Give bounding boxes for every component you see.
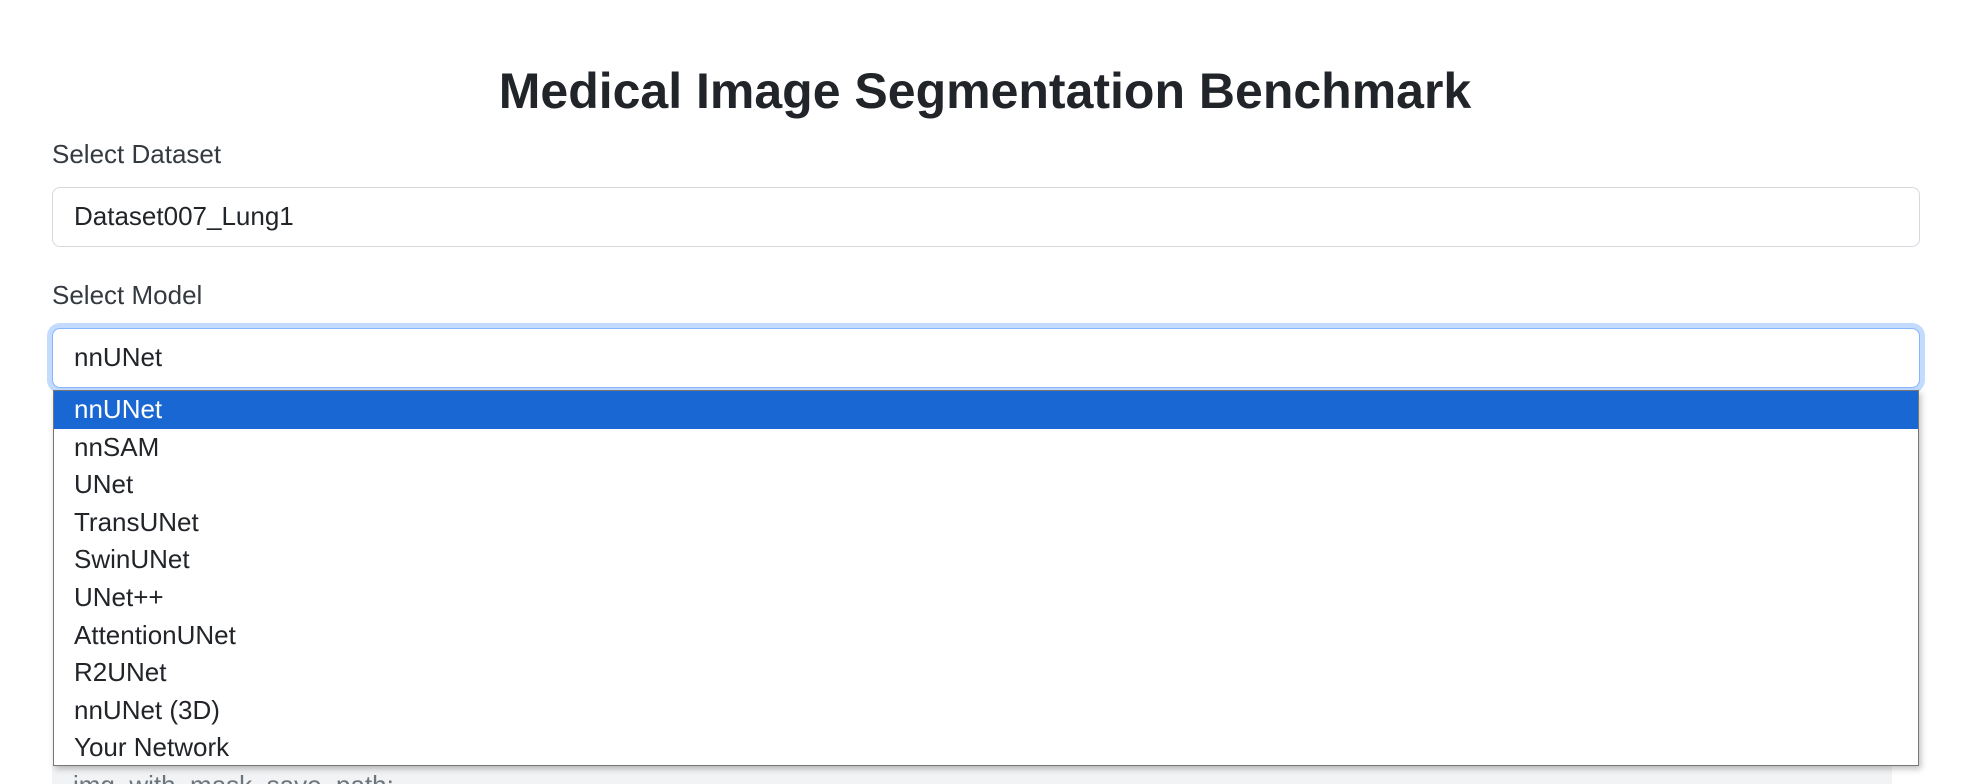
mask-save-path-placeholder: img_with_mask_save_path: [73, 770, 394, 784]
benchmark-page: Medical Image Segmentation Benchmark Sel… [0, 0, 1970, 784]
model-dropdown-list[interactable]: nnUNet nnSAM UNet TransUNet SwinUNet UNe… [53, 390, 1919, 766]
model-option-nnunet-3d[interactable]: nnUNet (3D) [54, 692, 1918, 730]
model-option-transunet[interactable]: TransUNet [54, 504, 1918, 542]
model-option-nnsam[interactable]: nnSAM [54, 429, 1918, 467]
model-option-unet[interactable]: UNet [54, 466, 1918, 504]
model-option-your-network[interactable]: Your Network [54, 729, 1918, 767]
page-title: Medical Image Segmentation Benchmark [498, 63, 1472, 119]
dataset-select[interactable]: Dataset007_Lung1 [52, 187, 1920, 247]
dataset-label: Select Dataset [52, 139, 222, 169]
model-option-r2unet[interactable]: R2UNet [54, 654, 1918, 692]
model-option-unetplusplus[interactable]: UNet++ [54, 579, 1918, 617]
dataset-select-value: Dataset007_Lung1 [74, 201, 294, 231]
model-option-attentionunet[interactable]: AttentionUNet [54, 617, 1918, 655]
model-option-swinunet[interactable]: SwinUNet [54, 541, 1918, 579]
model-select[interactable]: nnUNet [52, 328, 1920, 388]
model-label: Select Model [52, 280, 203, 310]
model-select-value: nnUNet [74, 342, 163, 372]
model-option-nnunet[interactable]: nnUNet [54, 391, 1918, 429]
